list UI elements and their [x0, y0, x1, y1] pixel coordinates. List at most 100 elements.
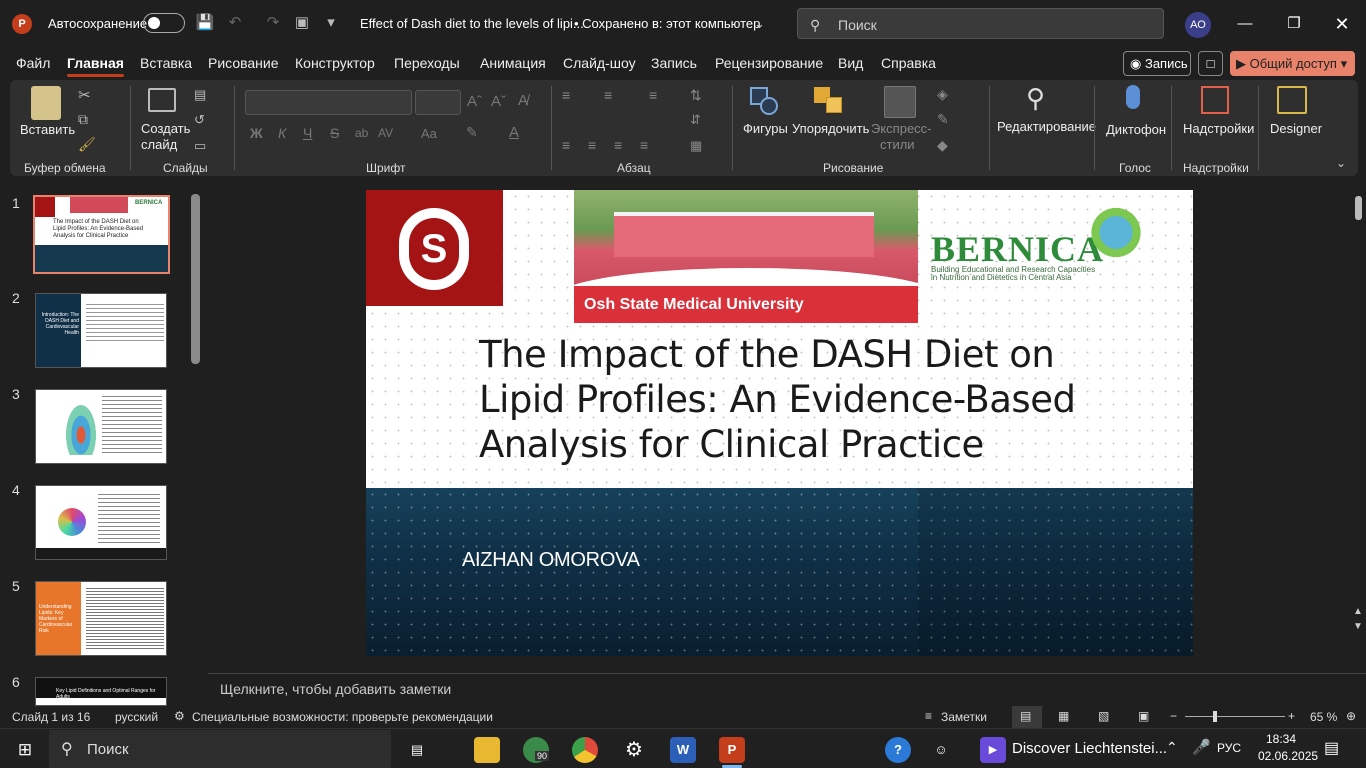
- share-button[interactable]: ▶ Общий доступ ▾: [1230, 51, 1355, 76]
- save-icon[interactable]: 💾: [194, 12, 216, 34]
- reading-view-icon[interactable]: ▧: [1098, 709, 1109, 723]
- thumbnail-slide-4[interactable]: [35, 485, 167, 560]
- dictate-button[interactable]: Диктофон: [1106, 122, 1166, 137]
- justify-icon[interactable]: ≡: [640, 137, 648, 153]
- previous-slide-icon[interactable]: ▲: [1353, 606, 1363, 617]
- notes-placeholder[interactable]: Щелкните, чтобы добавить заметки: [220, 681, 451, 697]
- font-family-select[interactable]: [245, 90, 412, 115]
- language-indicator[interactable]: русский: [115, 710, 158, 724]
- chrome-icon[interactable]: [572, 737, 598, 763]
- chevron-up-icon[interactable]: ⌃: [1166, 739, 1178, 756]
- notes-button[interactable]: Заметки: [941, 710, 987, 724]
- menu-home[interactable]: Главная: [67, 55, 124, 77]
- editing-button[interactable]: Редактирование: [997, 119, 1096, 134]
- menu-draw[interactable]: Рисование: [208, 55, 279, 71]
- align-left-icon[interactable]: ≡: [562, 137, 570, 153]
- minimize-icon[interactable]: —: [1230, 12, 1260, 36]
- zoom-in-icon[interactable]: +: [1288, 709, 1295, 723]
- align-center-icon[interactable]: ≡: [588, 137, 596, 153]
- change-case-icon[interactable]: Aa: [421, 126, 437, 141]
- document-title[interactable]: Effect of Dash diet to the levels of lip…: [360, 16, 584, 31]
- paste-button[interactable]: Вставить: [20, 122, 75, 137]
- numbering-icon[interactable]: ≡: [604, 87, 612, 103]
- autosave-toggle[interactable]: [143, 13, 185, 33]
- quick-styles-label-1[interactable]: Экспресс-: [871, 121, 932, 136]
- fill-icon[interactable]: ◈: [937, 86, 948, 103]
- slide-author[interactable]: AIZHAN OMOROVA: [462, 549, 640, 572]
- settings-icon[interactable]: ⚙: [621, 737, 647, 763]
- shadow-icon[interactable]: ab: [355, 126, 368, 140]
- menu-transitions[interactable]: Переходы: [394, 55, 460, 71]
- taskbar-search[interactable]: ⚲ Поиск: [49, 730, 391, 768]
- paste-icon[interactable]: [31, 86, 61, 120]
- next-slide-icon[interactable]: ▼: [1353, 621, 1363, 632]
- collapse-ribbon-icon[interactable]: ⌄: [1336, 156, 1346, 170]
- bold-button[interactable]: Ж: [250, 125, 263, 141]
- thumbnail-scrollbar[interactable]: [190, 182, 202, 704]
- notifications-icon[interactable]: ▤: [1324, 738, 1339, 758]
- zoom-slider-thumb[interactable]: [1213, 711, 1217, 722]
- file-explorer-icon[interactable]: [474, 737, 500, 763]
- avatar[interactable]: АО: [1185, 12, 1211, 38]
- align-right-icon[interactable]: ≡: [614, 137, 622, 153]
- chevron-down-icon[interactable]: ⌄: [754, 16, 765, 32]
- addins-button[interactable]: Надстройки: [1183, 121, 1254, 136]
- thumbnail-slide-2[interactable]: Introduction: The DASH Diet and Cardiova…: [35, 293, 167, 368]
- designer-icon[interactable]: [1277, 86, 1307, 114]
- addins-icon[interactable]: [1201, 86, 1229, 114]
- thumbnail-scroll-thumb[interactable]: [191, 194, 200, 364]
- new-slide-label-1[interactable]: Создать: [141, 121, 190, 136]
- slideshow-view-icon[interactable]: ▣: [1138, 709, 1149, 723]
- char-spacing-icon[interactable]: AV: [378, 126, 393, 140]
- help-icon[interactable]: ?: [885, 737, 911, 763]
- word-icon[interactable]: W: [670, 737, 696, 763]
- menu-record[interactable]: Запись: [651, 55, 697, 71]
- present-icon[interactable]: ▣: [291, 12, 313, 34]
- save-status[interactable]: • Сохранено в: этот компьютер: [574, 16, 760, 31]
- cut-icon[interactable]: ✂: [78, 86, 91, 104]
- microphone-icon[interactable]: [1126, 85, 1140, 109]
- bullets-icon[interactable]: ≡: [562, 87, 570, 103]
- thumbnail-slide-5[interactable]: Understanding Lipids: Key Markers of Car…: [35, 581, 167, 656]
- arrange-button[interactable]: Упорядочить: [792, 121, 869, 136]
- thumbnail-slide-1[interactable]: BERNICA The Impact of the DASH Diet on L…: [33, 195, 170, 274]
- input-language[interactable]: РУС: [1217, 741, 1241, 755]
- quick-styles-icon[interactable]: [884, 86, 916, 118]
- arrange-icon[interactable]: [814, 87, 844, 115]
- thumbnail-slide-3[interactable]: [35, 389, 167, 464]
- highlight-icon[interactable]: ✎: [466, 124, 478, 141]
- clear-format-icon[interactable]: A̸: [518, 92, 528, 109]
- italic-button[interactable]: К: [278, 125, 286, 141]
- menu-review[interactable]: Рецензирование: [715, 55, 823, 71]
- new-slide-icon[interactable]: [148, 88, 176, 112]
- microphone-icon[interactable]: 🎤: [1192, 738, 1211, 756]
- zoom-slider[interactable]: [1185, 716, 1285, 717]
- font-size-select[interactable]: [415, 90, 461, 115]
- people-icon[interactable]: ☺: [928, 737, 954, 763]
- strikethrough-button[interactable]: S: [330, 125, 339, 141]
- format-painter-icon[interactable]: 🖌: [78, 136, 96, 153]
- clock-date[interactable]: 02.06.2025: [1258, 749, 1318, 763]
- menu-insert[interactable]: Вставка: [140, 55, 192, 71]
- fit-slide-icon[interactable]: ⊕: [1346, 709, 1356, 723]
- quick-styles-label-2[interactable]: стили: [880, 137, 915, 152]
- reset-icon[interactable]: ↺: [194, 112, 205, 128]
- search-box[interactable]: ⚲ Поиск: [797, 8, 1164, 39]
- restore-icon[interactable]: ❐: [1279, 12, 1309, 36]
- thumbnail-slide-6[interactable]: Key Lipid Definitions and Optimal Ranges…: [35, 677, 167, 706]
- section-icon[interactable]: ▭: [194, 138, 206, 154]
- underline-button[interactable]: Ч: [303, 125, 312, 141]
- menu-file[interactable]: Файл: [16, 55, 50, 71]
- clock-time[interactable]: 18:34: [1266, 732, 1296, 746]
- editor-scroll-thumb[interactable]: [1355, 196, 1362, 220]
- slide-counter[interactable]: Слайд 1 из 16: [12, 710, 90, 724]
- task-view-icon[interactable]: ▤: [404, 737, 430, 763]
- menu-slideshow[interactable]: Слайд-шоу: [563, 55, 636, 71]
- news-icon[interactable]: ▶: [980, 737, 1006, 763]
- shapes-button[interactable]: Фигуры: [743, 121, 788, 136]
- menu-animations[interactable]: Анимация: [480, 55, 546, 71]
- undo-icon[interactable]: ↶: [224, 12, 246, 34]
- line-spacing-icon[interactable]: ≡: [649, 87, 657, 103]
- news-widget[interactable]: Discover Liechtenstei...: [1012, 740, 1167, 757]
- copy-icon[interactable]: ⧉: [78, 111, 88, 128]
